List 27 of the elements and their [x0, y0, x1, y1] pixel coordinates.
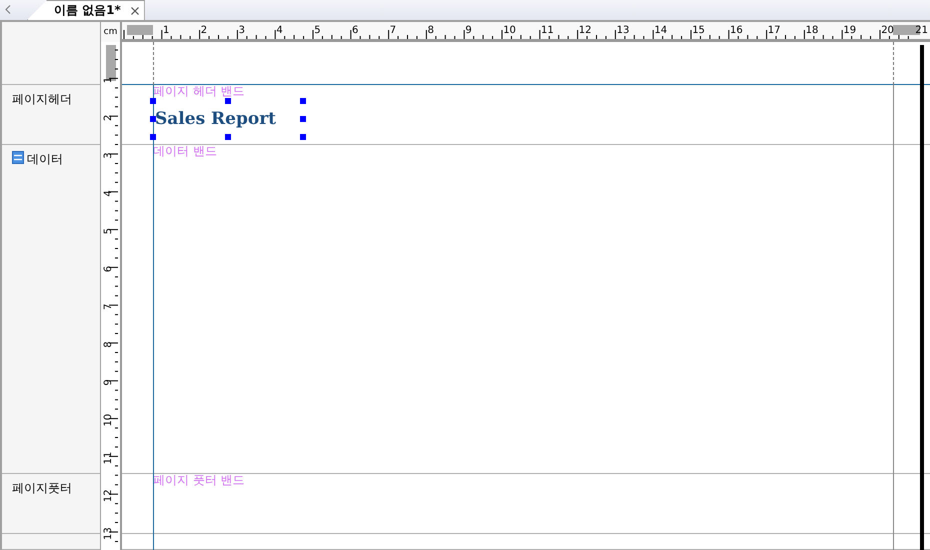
resize-handle[interactable]	[150, 116, 156, 122]
band-caption: 페이지 풋터 밴드	[153, 474, 245, 486]
band-caption: 페이지 헤더 밴드	[153, 85, 245, 97]
horizontal-ruler: 1 2 3 4 5 6 7 8 9 10 11 12 13 14 15 16 17 18 19 20 21	[122, 22, 930, 42]
band-caption: 데이터 밴드	[153, 145, 217, 157]
resize-handle[interactable]	[150, 98, 156, 104]
band-header-cell[interactable]	[2, 22, 100, 85]
resize-handle[interactable]	[300, 98, 306, 104]
band-header-cell[interactable]	[2, 534, 100, 550]
band-header-cell[interactable]: 페이지풋터	[2, 474, 100, 534]
tab-title: 이름 없음1*	[54, 2, 121, 19]
data-band-icon	[12, 151, 24, 164]
band-label[interactable]: 데이터	[27, 151, 63, 168]
band-header-cell[interactable]: 페이지헤더	[2, 85, 100, 145]
document-tab[interactable]: 이름 없음1*	[27, 0, 145, 20]
close-icon[interactable]	[130, 6, 139, 14]
band-header-cell[interactable]: 데이터	[2, 145, 100, 474]
resize-handle[interactable]	[225, 134, 231, 140]
resize-handle[interactable]	[300, 134, 306, 140]
band-label[interactable]: 페이지헤더	[12, 91, 72, 108]
ruler-unit: cm	[101, 22, 120, 42]
resize-handle[interactable]	[225, 98, 231, 104]
resize-handle[interactable]	[150, 134, 156, 140]
scroll-left-icon[interactable]	[5, 5, 11, 14]
resize-handle[interactable]	[300, 116, 306, 122]
band-label[interactable]: 페이지풋터	[12, 480, 72, 497]
report-title[interactable]: Sales Report	[153, 101, 303, 137]
